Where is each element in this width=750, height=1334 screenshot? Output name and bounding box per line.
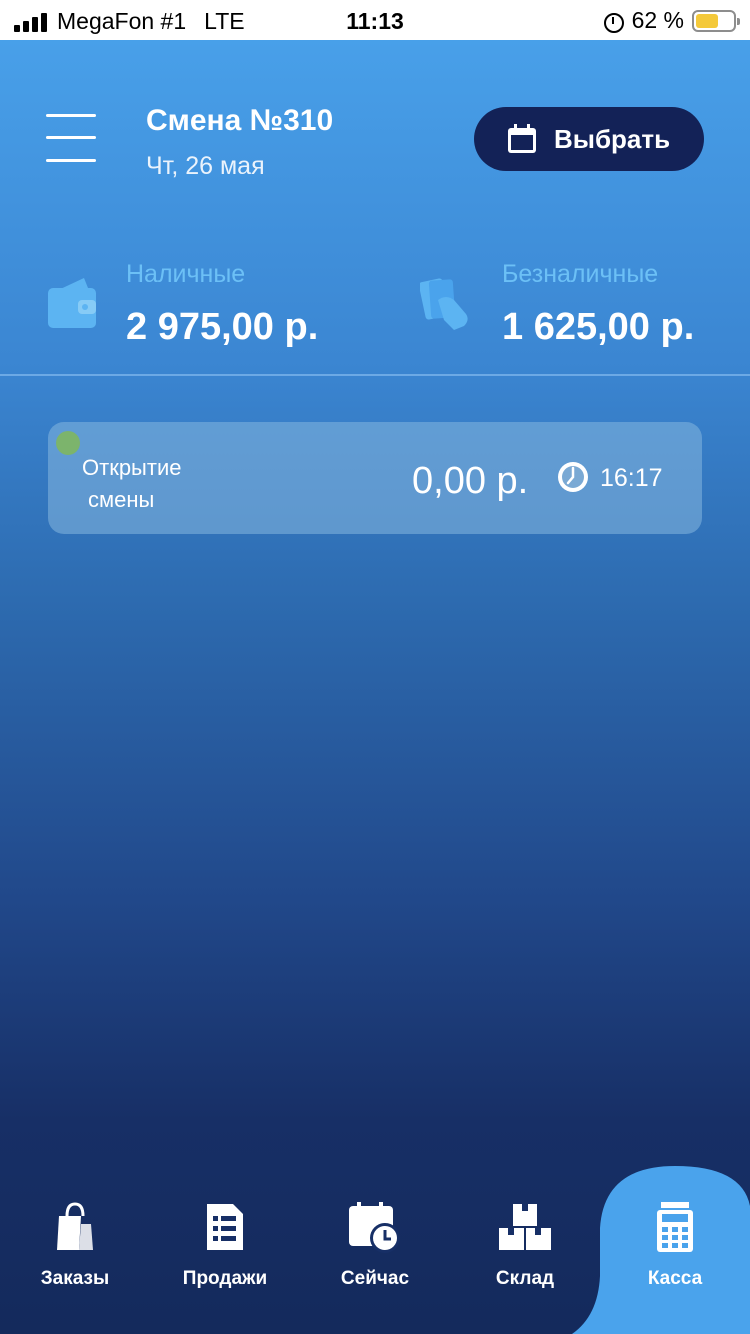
tab-warehouse[interactable]: Склад xyxy=(450,1166,600,1334)
cashless-value: 1 625,00 р. xyxy=(502,306,695,348)
status-bar: MegaFon #1 LTE 11:13 62 % xyxy=(0,0,750,40)
battery-percent: 62 % xyxy=(631,7,684,33)
shift-title: Смена №310 xyxy=(146,104,334,137)
status-right: 62 % xyxy=(602,7,740,34)
hamburger-icon xyxy=(46,114,96,117)
tab-now-label: Сейчас xyxy=(340,1268,410,1289)
cash-register-icon xyxy=(657,1202,693,1252)
shift-date: Чт, 26 мая xyxy=(146,152,265,180)
menu-button[interactable] xyxy=(46,114,98,166)
tab-now[interactable]: Сейчас xyxy=(300,1166,450,1334)
shopping-bag-icon xyxy=(57,1202,93,1250)
divider xyxy=(0,374,750,376)
card-payment-icon xyxy=(420,278,468,330)
select-button-label: Выбрать xyxy=(554,123,671,154)
event-label-line1: Открытие xyxy=(82,455,182,480)
select-date-button[interactable]: Выбрать xyxy=(474,107,704,171)
tab-orders[interactable]: Заказы xyxy=(0,1166,150,1334)
wallet-icon xyxy=(48,278,96,328)
tab-cash-register-label: Касса xyxy=(647,1268,703,1289)
alarm-icon xyxy=(602,10,624,33)
cash-label: Наличные xyxy=(126,260,246,288)
bottom-tab-bar: Заказы Продажи Сейчас Склад Касса xyxy=(0,1166,750,1334)
cashless-label: Безналичные xyxy=(502,260,659,288)
calendar-icon xyxy=(508,124,536,153)
calendar-clock-icon xyxy=(349,1202,400,1253)
tab-sales[interactable]: Продажи xyxy=(150,1166,300,1334)
event-label-line2: смены xyxy=(88,487,155,512)
status-dot xyxy=(56,431,80,455)
tab-sales-label: Продажи xyxy=(182,1268,268,1289)
shift-event-card[interactable]: Открытие смены 0,00 р. 16:17 xyxy=(48,422,702,534)
battery-icon xyxy=(692,9,740,32)
tab-orders-label: Заказы xyxy=(40,1268,110,1289)
tab-warehouse-label: Склад xyxy=(495,1268,555,1289)
event-time: 16:17 xyxy=(600,464,663,492)
cash-value: 2 975,00 р. xyxy=(126,306,319,348)
tab-cash-register[interactable]: Касса xyxy=(600,1166,750,1334)
boxes-icon xyxy=(499,1204,551,1250)
receipt-icon xyxy=(207,1204,243,1250)
event-amount: 0,00 р. xyxy=(412,460,529,502)
clock-icon xyxy=(558,462,588,492)
